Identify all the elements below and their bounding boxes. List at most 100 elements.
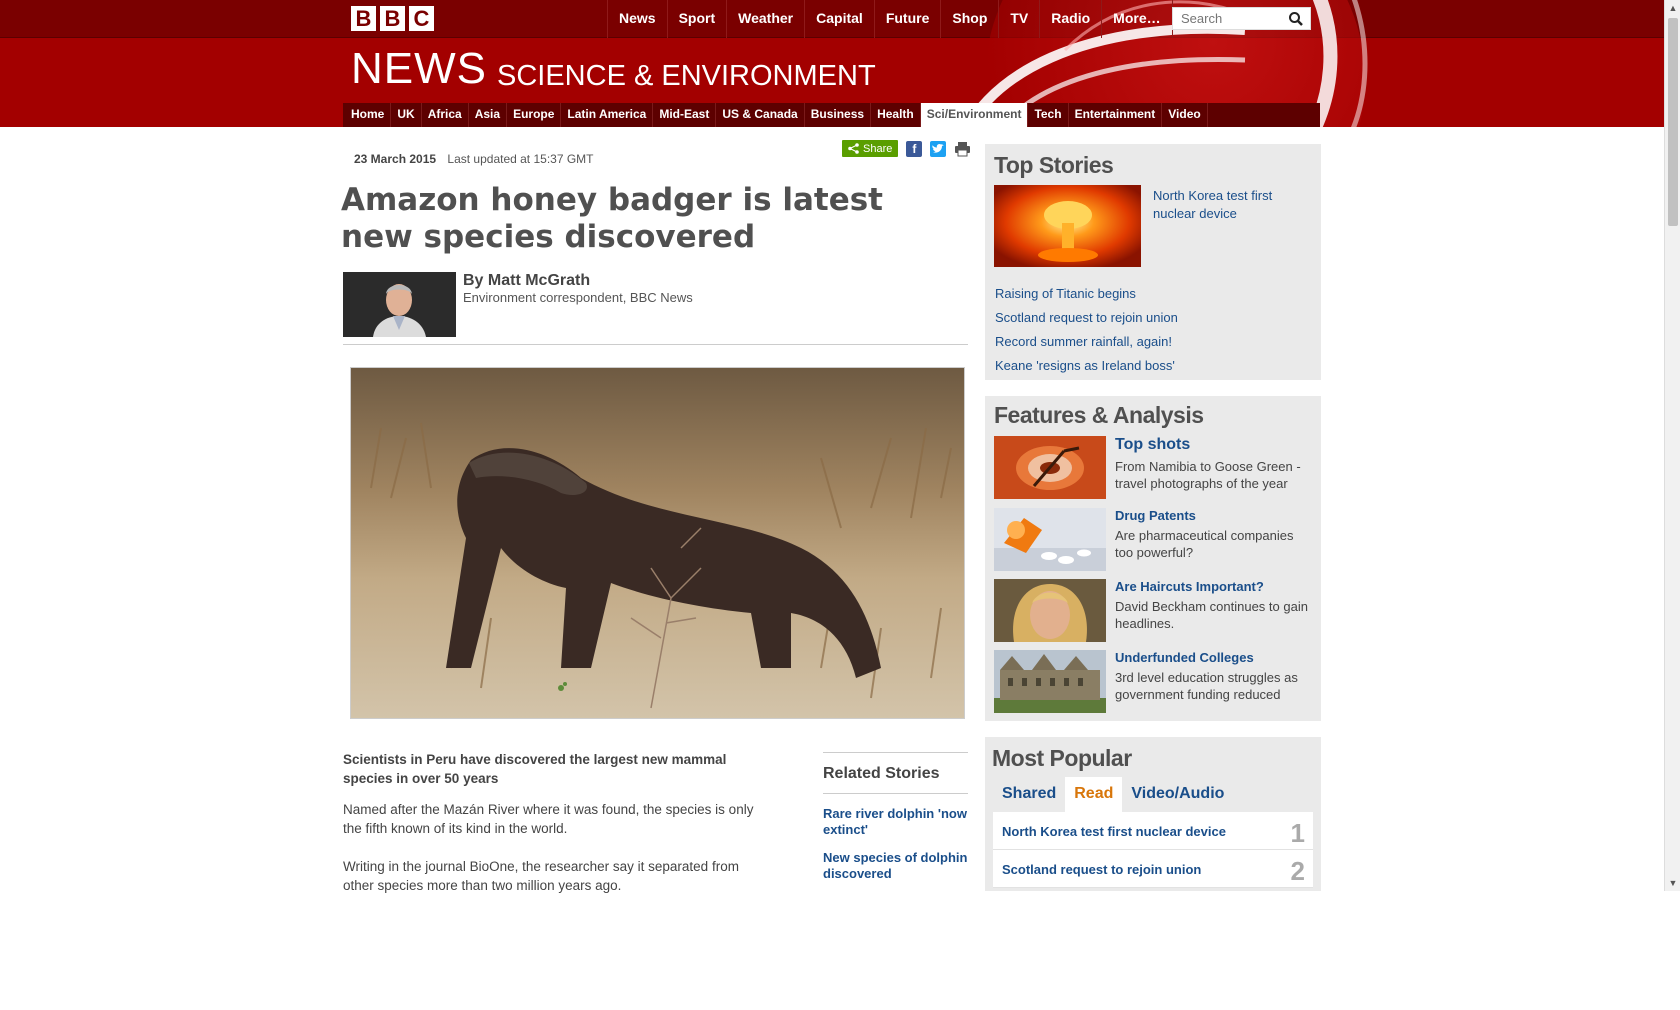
feature-thumbnail bbox=[994, 650, 1106, 713]
nav-news[interactable]: News bbox=[607, 0, 667, 38]
feature-item[interactable]: Top shots From Namibia to Goose Green - … bbox=[994, 436, 1314, 502]
related-stories-title: Related Stories bbox=[823, 753, 968, 794]
section-africa[interactable]: Africa bbox=[422, 103, 469, 127]
share-button[interactable]: Share bbox=[842, 140, 899, 157]
byline: By Matt McGrath Environment corresponden… bbox=[343, 272, 968, 345]
article-headline: Amazon honey badger is latest new specie… bbox=[341, 182, 884, 255]
feature-title[interactable]: Are Haircuts Important? bbox=[1115, 579, 1264, 594]
feature-title[interactable]: Drug Patents bbox=[1115, 508, 1196, 523]
search-input[interactable] bbox=[1173, 8, 1283, 29]
nav-more[interactable]: More… bbox=[1101, 0, 1173, 38]
author-role: Environment correspondent, BBC News bbox=[463, 290, 693, 305]
popular-title[interactable]: Scotland request to rejoin union bbox=[1002, 862, 1201, 877]
tab-read[interactable]: Read bbox=[1065, 777, 1123, 812]
masthead: B B C News Sport Weather Capital Future … bbox=[0, 0, 1664, 127]
top-stories-panel: Top Stories North Korea test first nucle… bbox=[985, 144, 1321, 380]
scrollbar[interactable]: ▲ ▼ bbox=[1664, 0, 1680, 891]
section-sci-environment[interactable]: Sci/Environment bbox=[920, 103, 1029, 127]
section-video[interactable]: Video bbox=[1162, 103, 1208, 127]
nav-future[interactable]: Future bbox=[873, 0, 941, 38]
section-us-canada[interactable]: US & Canada bbox=[716, 103, 805, 127]
list-item[interactable]: Scotland request to rejoin union 2 bbox=[993, 850, 1313, 888]
section-mid-east[interactable]: Mid-East bbox=[653, 103, 717, 127]
popular-title[interactable]: North Korea test first nuclear device bbox=[1002, 824, 1226, 839]
tab-shared[interactable]: Shared bbox=[993, 777, 1065, 812]
most-popular-list: North Korea test first nuclear device 1 … bbox=[993, 812, 1313, 888]
share-label: Share bbox=[863, 142, 893, 155]
most-popular-title: Most Popular bbox=[992, 745, 1132, 771]
nav-radio[interactable]: Radio bbox=[1039, 0, 1101, 38]
top-story-link[interactable]: Keane 'resigns as Ireland boss' bbox=[995, 354, 1178, 378]
logo-letter-b2: B bbox=[380, 6, 405, 31]
features-title: Features & Analysis bbox=[994, 402, 1204, 428]
top-stories-list: Raising of Titanic begins Scotland reque… bbox=[995, 282, 1178, 378]
section-europe[interactable]: Europe bbox=[507, 103, 562, 127]
related-link[interactable]: New species of dolphin discovered bbox=[823, 850, 968, 882]
top-story-link[interactable]: Record summer rainfall, again! bbox=[995, 330, 1178, 354]
news-wordmark[interactable]: NEWS bbox=[351, 44, 487, 94]
section-tech[interactable]: Tech bbox=[1028, 103, 1069, 127]
related-stories: Related Stories Rare river dolphin 'now … bbox=[823, 752, 968, 882]
feature-title[interactable]: Underfunded Colleges bbox=[1115, 650, 1254, 665]
top-story-image[interactable] bbox=[994, 185, 1141, 267]
most-popular-panel: Most Popular Shared Read Video/Audio Nor… bbox=[985, 737, 1321, 891]
section-entertainment[interactable]: Entertainment bbox=[1069, 103, 1163, 127]
twitter-icon[interactable] bbox=[930, 140, 947, 157]
feature-description: Are pharmaceutical companies too powerfu… bbox=[1115, 528, 1294, 560]
hero-image-honey-badger bbox=[350, 367, 965, 719]
article-meta: 23 March 2015 Last updated at 15:37 GMT bbox=[354, 152, 594, 166]
search-box bbox=[1172, 7, 1311, 30]
share-icon bbox=[848, 143, 859, 154]
feature-thumbnail bbox=[994, 508, 1106, 571]
section-home[interactable]: Home bbox=[345, 103, 392, 127]
article-paragraph: Named after the Mazán River where it was… bbox=[343, 802, 754, 836]
feature-item[interactable]: Drug Patents Are pharmaceutical companie… bbox=[994, 508, 1314, 574]
top-stories-title: Top Stories bbox=[994, 152, 1114, 178]
section-asia[interactable]: Asia bbox=[469, 103, 508, 127]
scroll-down-icon[interactable]: ▼ bbox=[1665, 875, 1680, 891]
article-intro: Scientists in Peru have discovered the l… bbox=[343, 752, 727, 786]
tab-video-audio[interactable]: Video/Audio bbox=[1122, 777, 1233, 812]
logo-letter-c: C bbox=[409, 6, 434, 31]
feature-item[interactable]: Are Haircuts Important? David Beckham co… bbox=[994, 579, 1314, 645]
section-business[interactable]: Business bbox=[805, 103, 872, 127]
article-updated: Last updated at 15:37 GMT bbox=[447, 152, 594, 166]
section-title: SCIENCE & ENVIRONMENT bbox=[497, 60, 876, 92]
popular-rank: 1 bbox=[1290, 818, 1305, 848]
author-name[interactable]: By Matt McGrath bbox=[463, 272, 590, 290]
top-story-link[interactable]: Scotland request to rejoin union bbox=[995, 306, 1178, 330]
nav-capital[interactable]: Capital bbox=[804, 0, 874, 38]
logo-letter-b: B bbox=[351, 6, 376, 31]
nav-shop[interactable]: Shop bbox=[940, 0, 998, 38]
section-health[interactable]: Health bbox=[871, 103, 921, 127]
related-link[interactable]: Rare river dolphin 'now extinct' bbox=[823, 806, 968, 838]
feature-title[interactable]: Top shots bbox=[1115, 436, 1190, 454]
scrollbar-thumb[interactable] bbox=[1668, 18, 1678, 226]
feature-description: 3rd level education struggles as governm… bbox=[1115, 670, 1298, 702]
nav-tv[interactable]: TV bbox=[998, 0, 1039, 38]
top-story-link[interactable]: Raising of Titanic begins bbox=[995, 282, 1178, 306]
bbc-logo[interactable]: B B C bbox=[351, 6, 434, 31]
nav-sport[interactable]: Sport bbox=[666, 0, 727, 38]
print-icon[interactable] bbox=[954, 141, 971, 157]
feature-item[interactable]: Underfunded Colleges 3rd level education… bbox=[994, 650, 1314, 716]
feature-thumbnail bbox=[994, 436, 1106, 499]
search-icon[interactable] bbox=[1288, 11, 1304, 27]
section-uk[interactable]: UK bbox=[391, 103, 422, 127]
article-paragraph: Writing in the journal BioOne, the resea… bbox=[343, 859, 739, 893]
article-date: 23 March 2015 bbox=[354, 152, 437, 166]
feature-thumbnail bbox=[994, 579, 1106, 642]
scroll-up-icon[interactable]: ▲ bbox=[1665, 0, 1680, 16]
section-latin-america[interactable]: Latin America bbox=[561, 103, 654, 127]
features-panel: Features & Analysis Top shots From Namib… bbox=[985, 396, 1321, 721]
most-popular-tabs: Shared Read Video/Audio bbox=[993, 777, 1233, 812]
feature-description: David Beckham continues to gain headline… bbox=[1115, 599, 1308, 631]
facebook-icon[interactable]: f bbox=[906, 140, 923, 157]
feature-description: From Namibia to Goose Green - travel pho… bbox=[1115, 459, 1301, 491]
list-item[interactable]: North Korea test first nuclear device 1 bbox=[993, 812, 1313, 850]
popular-rank: 2 bbox=[1290, 856, 1305, 886]
top-story-headline[interactable]: North Korea test first nuclear device bbox=[1153, 187, 1303, 223]
section-nav: Home UK Africa Asia Europe Latin America… bbox=[343, 103, 1320, 127]
nav-weather[interactable]: Weather bbox=[726, 0, 804, 38]
share-bar: Share f bbox=[842, 140, 971, 157]
